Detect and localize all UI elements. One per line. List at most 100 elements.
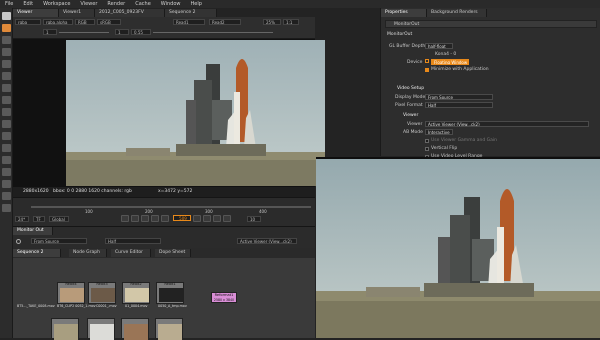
particles-tool-icon[interactable] bbox=[2, 156, 11, 164]
read4-node[interactable]: Read4 bbox=[57, 282, 85, 304]
node-thumbnail bbox=[60, 288, 84, 302]
read1-node[interactable]: Read1 bbox=[156, 282, 184, 304]
channels-select[interactable]: rgba bbox=[15, 19, 41, 25]
viewer-select[interactable]: Active Viewer (View...ck2) bbox=[425, 121, 589, 127]
read3-node[interactable]: Read3 bbox=[88, 282, 116, 304]
menu-file[interactable]: File bbox=[0, 0, 18, 8]
read-node-lower-4[interactable] bbox=[155, 318, 183, 340]
value-field[interactable]: 0.55 bbox=[131, 29, 151, 35]
b-input-select[interactable]: Read2 bbox=[209, 19, 241, 25]
display-mode-select[interactable]: From Source bbox=[425, 94, 493, 100]
value-slider[interactable] bbox=[153, 32, 273, 33]
toolsets-tool-icon[interactable] bbox=[2, 168, 11, 176]
tab-monitor-out[interactable]: Monitor Out bbox=[13, 227, 53, 235]
menu-help[interactable]: Help bbox=[186, 0, 207, 8]
colorspace-select[interactable]: RGB bbox=[75, 19, 95, 25]
first-frame-button[interactable] bbox=[121, 215, 129, 222]
image-tool-icon[interactable] bbox=[2, 12, 11, 20]
device-select[interactable]: Floating Window bbox=[431, 59, 469, 65]
prev-key-button[interactable] bbox=[131, 215, 139, 222]
merge-tool-icon[interactable] bbox=[2, 96, 11, 104]
gamma-field[interactable]: 1 bbox=[115, 29, 129, 35]
timeline-scrubber[interactable] bbox=[31, 206, 311, 208]
menu-viewer[interactable]: Viewer bbox=[75, 0, 102, 8]
tab-sequence-2-graph[interactable]: Sequence 2 bbox=[13, 249, 61, 257]
read-node-lower-3[interactable] bbox=[121, 318, 149, 340]
time-tool-icon[interactable] bbox=[2, 36, 11, 44]
video-setup-header: Video Setup bbox=[397, 86, 425, 91]
section-title: MonitorOut bbox=[387, 32, 413, 37]
ratio-select[interactable]: 1:1 bbox=[283, 19, 299, 25]
furnace-tool-icon[interactable] bbox=[2, 192, 11, 200]
zoom-select[interactable]: 25% bbox=[263, 19, 281, 25]
alpha-select[interactable]: rgba.alpha bbox=[43, 19, 73, 25]
tab-viewer[interactable]: Viewer bbox=[13, 9, 59, 17]
menu-bar: File Edit Workspace Viewer Render Cache … bbox=[0, 0, 600, 8]
views-tool-icon[interactable] bbox=[2, 132, 11, 140]
tab-node-graph[interactable]: Node Graph bbox=[69, 249, 107, 257]
current-frame-field[interactable]: 509 bbox=[173, 215, 191, 221]
tab-background-renders[interactable]: Background Renders bbox=[427, 9, 487, 17]
stop-button[interactable] bbox=[161, 215, 169, 222]
menu-cache[interactable]: Cache bbox=[130, 0, 156, 8]
menu-window[interactable]: Window bbox=[156, 0, 186, 8]
lut-select[interactable]: sRGB bbox=[97, 19, 121, 25]
read2-node[interactable]: Read2 bbox=[122, 282, 150, 304]
other-tool-icon[interactable] bbox=[2, 180, 11, 188]
gain-slider[interactable] bbox=[59, 32, 109, 33]
pixel-format-select[interactable]: Half bbox=[425, 102, 493, 108]
filter-tool-icon[interactable] bbox=[2, 72, 11, 80]
scope-select[interactable]: Global bbox=[49, 216, 69, 222]
floating-monitor-window[interactable] bbox=[316, 157, 600, 338]
minimize-label: Minimize with Application bbox=[431, 67, 489, 72]
ocula-tool-icon[interactable] bbox=[2, 204, 11, 212]
ab-mode-select[interactable]: Interactive bbox=[425, 129, 453, 135]
prev-frame-button[interactable] bbox=[141, 215, 149, 222]
node-graph[interactable]: Read4 Read3 Read2 Read1 BT5..._TAKE_0008… bbox=[13, 258, 315, 340]
vertical-flip-checkbox[interactable] bbox=[425, 147, 429, 151]
timecode-select[interactable]: TF bbox=[33, 216, 45, 222]
node-name-label: MonitorOut bbox=[394, 22, 420, 27]
keyer-tool-icon[interactable] bbox=[2, 84, 11, 92]
tab-sequence-2[interactable]: Sequence 2 bbox=[165, 9, 217, 17]
node-header: MonitorOut bbox=[385, 20, 597, 28]
viewer-gamma-checkbox[interactable] bbox=[425, 139, 429, 143]
channel-tool-icon[interactable] bbox=[2, 48, 11, 56]
tab-dope-sheet[interactable]: Dope Sheet bbox=[155, 249, 191, 257]
minimize-checkbox[interactable] bbox=[425, 68, 429, 72]
reformat1-node[interactable]: Reformat1 2580 x 3840 bbox=[211, 292, 237, 303]
format-label: 2880x1620 bbox=[23, 189, 49, 194]
a-input-select[interactable]: Read1 bbox=[173, 19, 205, 25]
play-button[interactable] bbox=[193, 215, 201, 222]
menu-workspace[interactable]: Workspace bbox=[38, 0, 75, 8]
menu-render[interactable]: Render bbox=[102, 0, 130, 8]
increment-field[interactable]: 10 bbox=[247, 216, 261, 222]
fps-field[interactable]: 24* bbox=[15, 216, 29, 222]
transform-tool-icon[interactable] bbox=[2, 108, 11, 116]
enable-icon[interactable] bbox=[16, 239, 21, 244]
read-node-lower-1[interactable] bbox=[51, 318, 79, 340]
device-checkbox[interactable] bbox=[425, 59, 429, 63]
source-select[interactable]: From Source bbox=[31, 238, 87, 244]
mode-select[interactable]: Half bbox=[105, 238, 161, 244]
3d-tool-icon[interactable] bbox=[2, 120, 11, 128]
read-node-lower-2[interactable] bbox=[87, 318, 115, 340]
viewer-select[interactable]: Active Viewer (View...ck2) bbox=[237, 238, 297, 244]
menu-edit[interactable]: Edit bbox=[18, 0, 38, 8]
tab-viewer1[interactable]: Viewer1 bbox=[59, 9, 95, 17]
color-tool-icon[interactable] bbox=[2, 60, 11, 68]
metadata-tool-icon[interactable] bbox=[2, 144, 11, 152]
play-back-button[interactable] bbox=[151, 215, 159, 222]
bbox-label: bbox: 0 0 2880 1620 channels: rgb bbox=[53, 189, 132, 194]
next-key-button[interactable] bbox=[213, 215, 221, 222]
tab-clip[interactable]: 2012_C005_0923FV bbox=[95, 9, 165, 17]
kin-label: Kona4 - 0 bbox=[435, 52, 457, 57]
gain-field[interactable]: 1 bbox=[43, 29, 57, 35]
node-label: Read2 bbox=[130, 282, 142, 286]
gl-buffer-select[interactable]: half-float bbox=[425, 43, 453, 49]
last-frame-button[interactable] bbox=[223, 215, 231, 222]
draw-tool-icon[interactable] bbox=[2, 24, 11, 32]
next-frame-button[interactable] bbox=[203, 215, 211, 222]
tab-properties[interactable]: Properties bbox=[381, 9, 427, 17]
tab-curve-editor[interactable]: Curve Editor bbox=[111, 249, 151, 257]
